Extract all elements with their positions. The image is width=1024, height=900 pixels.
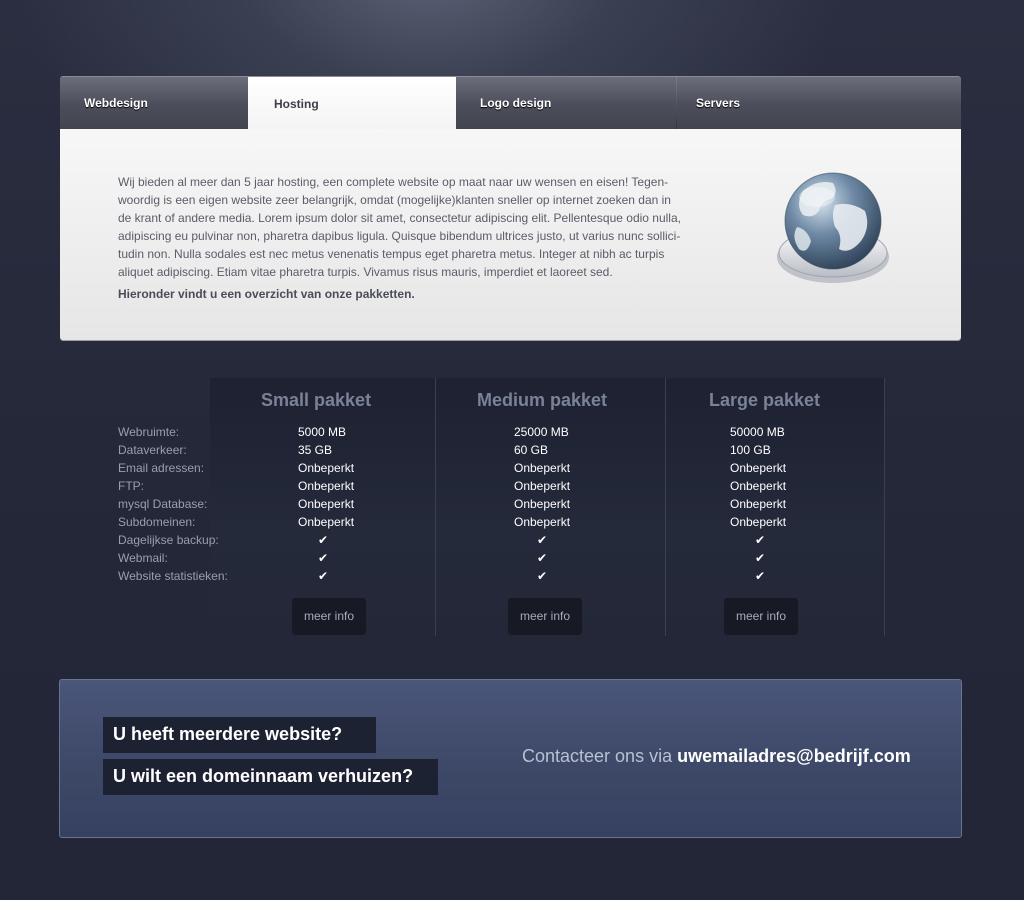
row-label: Dataverkeer: (118, 443, 187, 457)
check-icon: ✔ (318, 551, 329, 565)
meer-info-button-large[interactable]: meer info (724, 598, 798, 635)
tab-hosting[interactable]: Hosting (248, 77, 456, 130)
package-value: Onbeperkt (298, 461, 355, 475)
check-icon: ✔ (537, 569, 548, 583)
row-label: Subdomeinen: (118, 515, 196, 529)
check-icon: ✔ (537, 533, 548, 547)
row-label: Dagelijkse backup: (118, 533, 219, 547)
globe-icon (773, 171, 893, 293)
question-domain-transfer: U wilt een domeinnaam verhuizen? (103, 759, 438, 795)
check-icon: ✔ (755, 551, 766, 565)
package-value: Onbeperkt (298, 479, 355, 493)
check-icon: ✔ (318, 569, 329, 583)
meer-info-button-medium[interactable]: meer info (508, 598, 582, 635)
package-value: Onbeperkt (730, 497, 787, 511)
package-value: 50000 MB (730, 425, 785, 439)
row-label: mysql Database: (118, 497, 208, 511)
package-value: Onbeperkt (514, 515, 571, 529)
package-value: Onbeperkt (514, 479, 571, 493)
intro-line: woordig is een eigen website zeer belang… (118, 193, 671, 207)
tab-logo-design[interactable]: Logo design (456, 77, 676, 130)
package-value: Onbeperkt (730, 461, 787, 475)
meer-info-button-small[interactable]: meer info (292, 598, 366, 635)
column-divider (884, 378, 885, 636)
hosting-panel: Wij bieden al meer dan 5 jaar hosting, e… (60, 129, 961, 340)
contact-email-link[interactable]: uwemailadres@bedrijf.com (677, 746, 911, 766)
intro-line: aliquet adipiscing. Etiam vitae pharetra… (118, 265, 613, 279)
package-value: Onbeperkt (514, 461, 571, 475)
package-title-large: Large pakket (709, 390, 821, 410)
package-value: 5000 MB (298, 425, 347, 439)
intro-line: adipiscing eu pulvinar non, pharetra dap… (118, 229, 681, 243)
package-value: Onbeperkt (730, 479, 787, 493)
row-label: Email adressen: (118, 461, 205, 475)
row-label: Webruimte: (118, 425, 180, 439)
package-value: 25000 MB (514, 425, 569, 439)
contact-line: Contacteer ons via uwemailadres@bedrijf.… (522, 746, 911, 767)
tab-servers[interactable]: Servers (676, 77, 961, 130)
package-title-medium: Medium pakket (477, 390, 608, 410)
row-label: Website statistieken: (118, 569, 228, 583)
row-label: FTP: (118, 479, 144, 493)
intro-line: de krant of andere media. Lorem ipsum do… (118, 211, 681, 225)
package-value: Onbeperkt (730, 515, 787, 529)
question-multiple-websites: U heeft meerdere website? (103, 717, 376, 753)
tab-webdesign[interactable]: Webdesign (60, 77, 248, 130)
intro-highlight: Hieronder vindt u een overzicht van onze… (118, 287, 415, 301)
tab-bar: Webdesign Hosting Logo design Servers (60, 76, 961, 130)
intro-line: Wij bieden al meer dan 5 jaar hosting, e… (118, 175, 669, 189)
package-value: 100 GB (730, 443, 771, 457)
pricing-table: Small pakket Medium pakket Large pakket … (60, 378, 961, 636)
package-value: 60 GB (514, 443, 549, 457)
package-value: Onbeperkt (514, 497, 571, 511)
package-value: Onbeperkt (298, 497, 355, 511)
check-icon: ✔ (318, 533, 329, 547)
row-label: Webmail: (118, 551, 168, 565)
check-icon: ✔ (537, 551, 548, 565)
package-value: 35 GB (298, 443, 333, 457)
intro-text: Wij bieden al meer dan 5 jaar hosting, e… (118, 173, 708, 281)
contact-prefix: Contacteer ons via (522, 746, 678, 766)
intro-line: tudin non. Nulla sodales est nec metus v… (118, 247, 665, 261)
package-value: Onbeperkt (298, 515, 355, 529)
package-title-small: Small pakket (261, 390, 372, 410)
check-icon: ✔ (755, 569, 766, 583)
contact-box: U heeft meerdere website? U wilt een dom… (59, 679, 962, 838)
check-icon: ✔ (755, 533, 766, 547)
